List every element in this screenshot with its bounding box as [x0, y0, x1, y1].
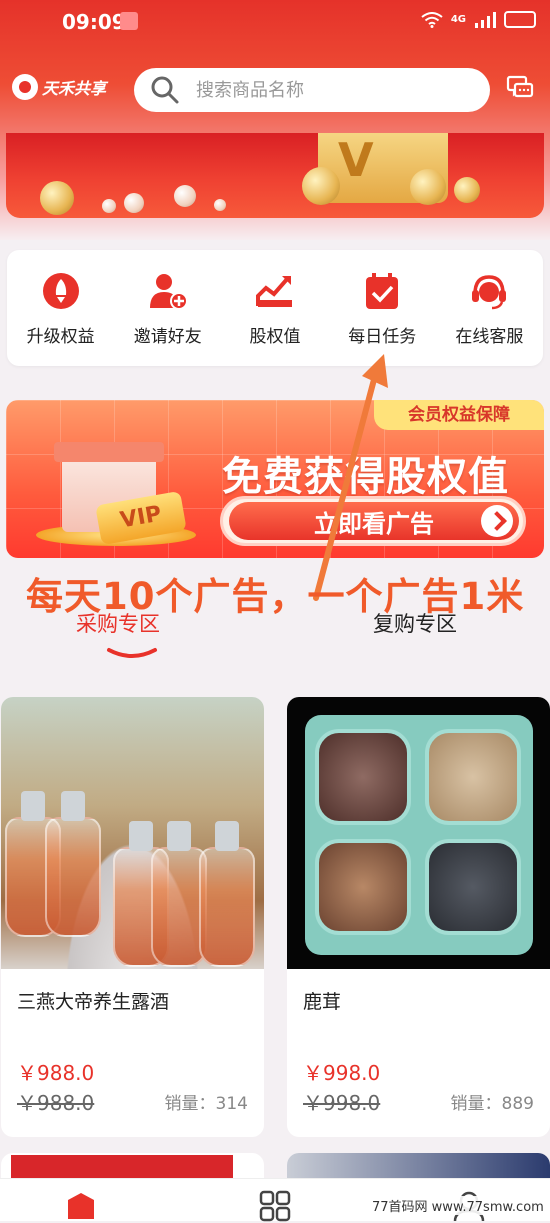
tray-cell	[315, 729, 411, 825]
pearl-decoration	[124, 193, 144, 213]
pearl-decoration	[102, 199, 116, 213]
logo-text: 天禾共享	[42, 79, 107, 98]
add-user-icon	[149, 274, 188, 310]
promo-banner[interactable]: 会员权益保障 VIP 免费获得股权值 立即看广告	[6, 400, 544, 558]
quick-actions: 升级权益 邀请好友 股权值 每日任务 在线客服	[7, 250, 543, 366]
battery-icon	[504, 11, 536, 28]
arrow-right-icon	[481, 505, 513, 537]
watermark-text: 77首码网 www.77smw.com	[368, 1196, 548, 1215]
promo-title: 免费获得股权值	[222, 454, 509, 500]
action-label: 股权值	[249, 327, 301, 347]
tray-cell	[425, 729, 521, 825]
action-label: 在线客服	[455, 327, 524, 347]
coin-decoration	[410, 169, 446, 205]
product-name: 鹿茸	[303, 991, 342, 1013]
notification-icon	[120, 12, 138, 30]
search-bar[interactable]	[134, 68, 490, 112]
product-original-price: ￥998.0	[303, 1091, 381, 1115]
product-price: ￥998.0	[303, 1061, 381, 1085]
task-icon	[366, 273, 399, 309]
pearl-decoration	[174, 185, 196, 207]
headset-icon	[472, 275, 507, 310]
status-time: 09:09	[62, 10, 126, 34]
product-sales: 销量：314	[164, 1094, 248, 1114]
action-label: 升级权益	[26, 327, 95, 347]
search-icon	[151, 76, 179, 104]
rocket-icon	[42, 273, 79, 309]
pearl-decoration	[214, 199, 226, 211]
signal-icon	[475, 11, 496, 28]
watch-ad-label: 立即看广告	[314, 509, 434, 538]
product-card[interactable]: 三燕大帝养生露酒 ￥988.0 ￥988.0 销量：314	[1, 697, 264, 1137]
chart-icon	[256, 276, 292, 307]
product-price: ￥988.0	[17, 1061, 95, 1085]
coin-decoration	[40, 181, 74, 215]
product-original-price: ￥988.0	[17, 1091, 95, 1115]
tray-cell	[425, 839, 521, 935]
wifi-icon	[421, 11, 443, 28]
antler-tray-graphic	[305, 715, 533, 955]
message-icon[interactable]	[506, 74, 534, 102]
watch-ad-button[interactable]: 立即看广告	[220, 496, 526, 546]
status-indicators: 4G	[421, 11, 536, 28]
top-banner[interactable]: V	[6, 133, 544, 218]
network-label: 4G	[450, 14, 466, 25]
app-logo: 天禾共享	[12, 74, 106, 100]
action-equity[interactable]: 股权值	[221, 250, 328, 366]
home-icon[interactable]	[64, 1189, 98, 1223]
gift-box-graphic: VIP	[36, 424, 196, 546]
action-invite[interactable]: 邀请好友	[114, 250, 221, 366]
logo-icon	[12, 74, 38, 100]
product-image	[1, 697, 264, 969]
search-input[interactable]	[194, 78, 474, 102]
product-sales: 销量：889	[450, 1094, 534, 1114]
tab-active-indicator	[107, 648, 157, 658]
tray-cell	[315, 839, 411, 935]
app-bar: 天禾共享	[0, 62, 550, 118]
action-customer-service[interactable]: 在线客服	[436, 250, 543, 366]
coin-decoration	[302, 167, 340, 205]
bottle-graphic	[45, 791, 101, 937]
action-daily-task[interactable]: 每日任务	[329, 250, 436, 366]
bottle-graphic	[199, 821, 255, 967]
product-card[interactable]: 鹿茸 ￥998.0 ￥998.0 销量：889	[287, 697, 550, 1137]
action-label: 邀请好友	[133, 327, 202, 347]
gift-lid	[54, 442, 164, 462]
coin-decoration	[454, 177, 480, 203]
action-upgrade[interactable]: 升级权益	[7, 250, 114, 366]
status-bar: 09:09 4G	[0, 0, 550, 44]
action-label: 每日任务	[348, 327, 417, 347]
tab-repurchase-zone[interactable]: 复购专区	[373, 608, 457, 638]
product-name: 三燕大帝养生露酒	[17, 991, 170, 1013]
promo-badge: 会员权益保障	[374, 400, 544, 430]
product-image	[287, 697, 550, 969]
category-icon[interactable]	[258, 1189, 292, 1223]
tab-purchase-zone[interactable]: 采购专区	[76, 608, 160, 638]
